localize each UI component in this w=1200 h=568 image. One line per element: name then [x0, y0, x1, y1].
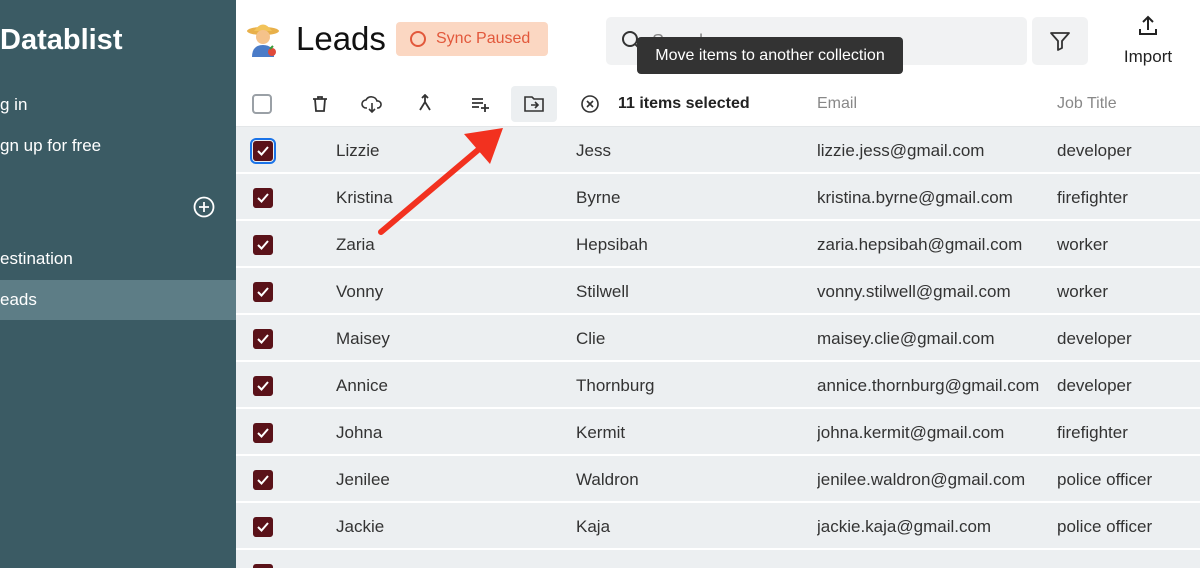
row-checkbox[interactable]	[253, 517, 273, 537]
cell-job-title[interactable]: police officer	[1057, 517, 1197, 537]
cell-first-name[interactable]: Maisey	[336, 329, 556, 349]
trash-icon	[313, 96, 327, 112]
clear-selection-button[interactable]	[567, 86, 613, 122]
add-collection-icon[interactable]	[193, 196, 215, 218]
table-row[interactable]: Jackie Kaja jackie.kaja@gmail.com police…	[236, 503, 1200, 549]
cell-job-title[interactable]: worker	[1057, 235, 1197, 255]
selection-count: 11 items selected	[618, 95, 750, 112]
log-in-link[interactable]: g in	[0, 95, 27, 115]
cell-first-name[interactable]: Jenilee	[336, 470, 556, 490]
farmer-emoji-icon	[246, 22, 280, 58]
table-toolbar: 11 items selected Email Job Title	[236, 82, 1200, 127]
cell-email[interactable]: annice.thornburg@gmail.com	[817, 376, 1043, 396]
cell-last-name[interactable]: Waldron	[576, 470, 796, 490]
merge-icon	[419, 94, 431, 111]
cell-email[interactable]: lizzie.jess@gmail.com	[817, 141, 1043, 161]
select-all-checkbox[interactable]	[252, 94, 272, 114]
filter-button[interactable]	[1032, 17, 1088, 65]
cell-job-title[interactable]: worker	[1057, 282, 1197, 302]
cell-last-name[interactable]: Kaja	[576, 517, 796, 537]
cell-first-name[interactable]: Kristina	[336, 188, 556, 208]
cell-email[interactable]: kristina.byrne@gmail.com	[817, 188, 1043, 208]
playlist-add-icon	[472, 98, 489, 112]
cell-last-name[interactable]: Kermit	[576, 423, 796, 443]
cell-first-name[interactable]: Zaria	[336, 235, 556, 255]
table-row[interactable]: Maisey Clie maisey.clie@gmail.com develo…	[236, 315, 1200, 361]
folder-move-icon	[524, 96, 544, 112]
sign-up-link[interactable]: gn up for free	[0, 136, 101, 156]
sync-paused-icon	[410, 31, 426, 47]
table-row[interactable]: Annice Thornburg annice.thornburg@gmail.…	[236, 362, 1200, 408]
row-checkbox[interactable]	[253, 423, 273, 443]
cell-first-name[interactable]: Annice	[336, 376, 556, 396]
cell-first-name[interactable]: Lizzie	[336, 141, 556, 161]
import-label: Import	[1123, 47, 1173, 66]
page-title: Leads	[296, 20, 386, 57]
cell-job-title[interactable]: developer	[1057, 141, 1197, 161]
cell-email[interactable]: jenilee.waldron@gmail.com	[817, 470, 1043, 490]
sidebar: Datablist g in gn up for free estination…	[0, 0, 236, 568]
cell-last-name[interactable]: Hepsibah	[576, 235, 796, 255]
table-row[interactable]	[236, 550, 1200, 568]
table-row[interactable]: Kristina Byrne kristina.byrne@gmail.com …	[236, 174, 1200, 220]
cell-last-name[interactable]: Thornburg	[576, 376, 796, 396]
main-panel: Leads Sync Paused Import	[236, 0, 1200, 568]
cell-email[interactable]: maisey.clie@gmail.com	[817, 329, 1043, 349]
merge-button[interactable]	[402, 86, 448, 122]
cell-job-title[interactable]: developer	[1057, 329, 1197, 349]
table-row[interactable]: Johna Kermit johna.kermit@gmail.com fire…	[236, 409, 1200, 455]
sidebar-item-destination[interactable]: estination	[0, 239, 236, 279]
sync-status-badge[interactable]: Sync Paused	[396, 22, 548, 56]
cell-job-title[interactable]: firefighter	[1057, 188, 1197, 208]
cell-email[interactable]: jackie.kaja@gmail.com	[817, 517, 1043, 537]
cell-job-title[interactable]: developer	[1057, 376, 1197, 396]
add-to-list-button[interactable]	[457, 86, 503, 122]
cell-last-name[interactable]: Stilwell	[576, 282, 796, 302]
delete-button[interactable]	[297, 86, 343, 122]
row-checkbox[interactable]	[253, 564, 273, 568]
column-header-job-title[interactable]: Job Title	[1057, 95, 1117, 113]
cell-first-name[interactable]: Jackie	[336, 517, 556, 537]
move-to-collection-button[interactable]	[511, 86, 557, 122]
row-checkbox[interactable]	[253, 470, 273, 490]
row-checkbox[interactable]	[250, 138, 276, 164]
cell-last-name[interactable]: Jess	[576, 141, 796, 161]
cell-email[interactable]: zaria.hepsibah@gmail.com	[817, 235, 1043, 255]
table-row[interactable]: Jenilee Waldron jenilee.waldron@gmail.co…	[236, 456, 1200, 502]
cell-job-title[interactable]: firefighter	[1057, 423, 1197, 443]
sidebar-item-leads[interactable]: eads	[0, 280, 236, 320]
column-header-email[interactable]: Email	[817, 95, 857, 113]
row-checkbox[interactable]	[253, 235, 273, 255]
cell-last-name[interactable]: Byrne	[576, 188, 796, 208]
row-checkbox[interactable]	[253, 282, 273, 302]
sync-status-label: Sync Paused	[436, 30, 531, 47]
cell-email[interactable]: vonny.stilwell@gmail.com	[817, 282, 1043, 302]
row-checkbox[interactable]	[253, 376, 273, 396]
download-button[interactable]	[349, 86, 395, 122]
tooltip: Move items to another collection	[637, 37, 903, 74]
table-row[interactable]: Vonny Stilwell vonny.stilwell@gmail.com …	[236, 268, 1200, 314]
table-row[interactable]: Zaria Hepsibah zaria.hepsibah@gmail.com …	[236, 221, 1200, 267]
close-circle-icon	[581, 95, 599, 113]
cell-first-name[interactable]: Vonny	[336, 282, 556, 302]
upload-icon	[1139, 15, 1157, 35]
cell-last-name[interactable]: Clie	[576, 329, 796, 349]
cloud-download-icon	[361, 96, 382, 114]
filter-icon	[1050, 32, 1070, 51]
cell-first-name[interactable]: Johna	[336, 423, 556, 443]
table-body: Lizzie Jess lizzie.jess@gmail.com develo…	[236, 127, 1200, 568]
cell-job-title[interactable]: police officer	[1057, 470, 1197, 490]
import-button[interactable]: Import	[1108, 14, 1188, 70]
row-checkbox[interactable]	[253, 329, 273, 349]
row-checkbox[interactable]	[253, 188, 273, 208]
table-row[interactable]: Lizzie Jess lizzie.jess@gmail.com develo…	[236, 127, 1200, 173]
brand-name: Datablist	[0, 24, 123, 56]
cell-email[interactable]: johna.kermit@gmail.com	[817, 423, 1043, 443]
